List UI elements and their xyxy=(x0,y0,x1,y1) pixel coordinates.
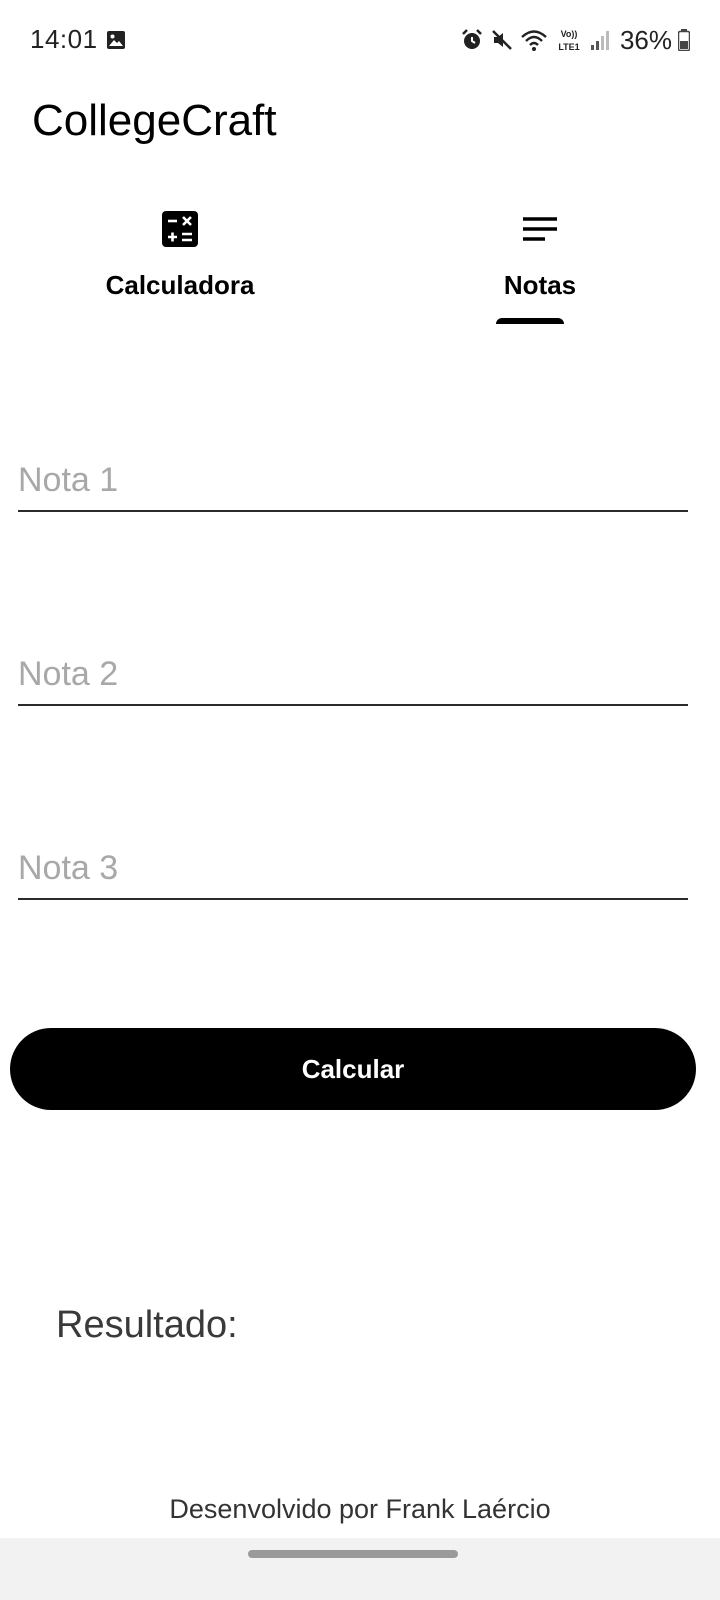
tab-notas-label: Notas xyxy=(503,270,577,300)
status-icons: Vo)) LTE1 36% xyxy=(460,24,690,56)
home-gesture-handle[interactable] xyxy=(248,1550,458,1558)
nota-2-input[interactable] xyxy=(18,655,688,694)
mute-icon xyxy=(492,30,512,50)
tab-selected-indicator xyxy=(496,318,564,324)
signal-icon xyxy=(590,31,609,50)
volte-top-text: Vo)) xyxy=(561,29,578,39)
alarm-icon xyxy=(462,29,482,49)
result-label: Resultado: xyxy=(56,1304,238,1346)
nota-1-field xyxy=(18,430,688,512)
tab-notas[interactable]: Notas xyxy=(360,190,720,330)
nota-3-field xyxy=(18,818,688,900)
nota-3-input[interactable] xyxy=(18,849,688,888)
tab-calculadora-label: Calculadora xyxy=(105,270,255,300)
calculator-icon xyxy=(162,211,198,247)
app-title: CollegeCraft xyxy=(32,96,277,145)
calcular-button[interactable]: Calcular xyxy=(10,1028,696,1110)
nota-2-field xyxy=(18,624,688,706)
notes-lines-icon xyxy=(523,217,557,241)
tab-calculadora[interactable]: Calculadora xyxy=(0,190,360,330)
volte-icon: Vo)) LTE1 xyxy=(558,29,579,52)
battery-icon xyxy=(678,29,690,51)
footer-credit: Desenvolvido por Frank Laércio xyxy=(169,1494,551,1524)
wifi-icon xyxy=(521,30,547,51)
nota-1-input[interactable] xyxy=(18,461,688,500)
image-icon xyxy=(107,31,125,49)
volte-bottom-text: LTE1 xyxy=(558,42,579,52)
status-bar: 14:01 Vo)) LTE1 36% xyxy=(0,0,720,80)
battery-percentage: 36% xyxy=(619,24,672,55)
system-navigation-bar xyxy=(0,1538,720,1600)
status-time: 14:01 xyxy=(30,24,98,54)
tab-bar: Calculadora Notas xyxy=(0,190,720,330)
